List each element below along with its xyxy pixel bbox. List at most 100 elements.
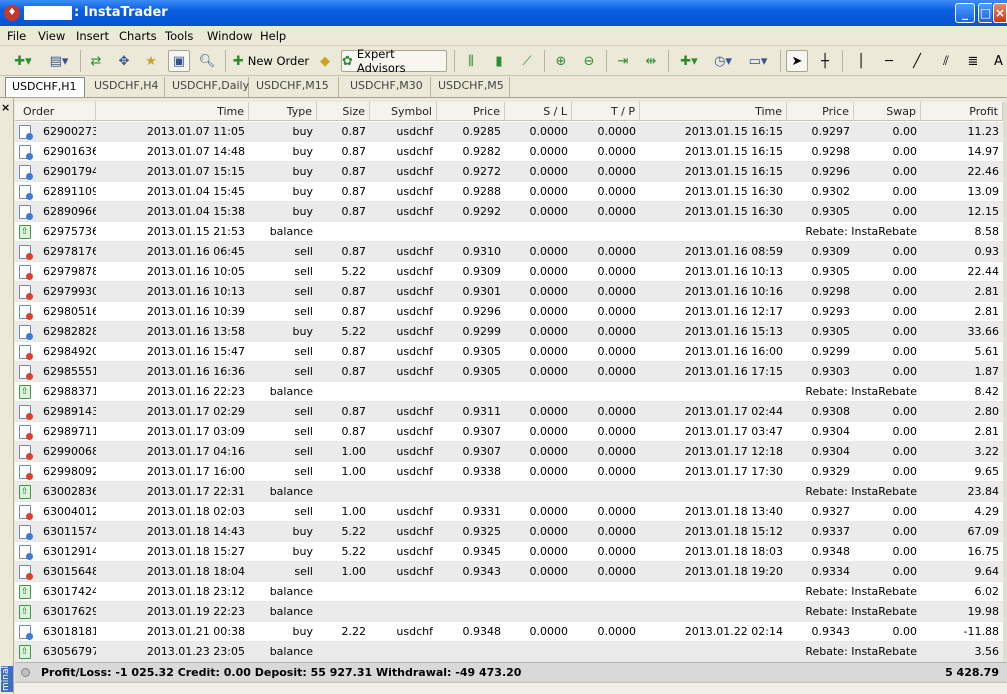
vertical-scrollbar[interactable] (1003, 102, 1007, 662)
cell-swap: 0.00 (892, 325, 918, 338)
tab-usdchf-h4[interactable]: USDCHF,H4 (88, 77, 165, 97)
menu-file[interactable]: File (7, 29, 26, 43)
cell-price: 0.9345 (462, 545, 502, 558)
data-window-icon[interactable]: ✥ (114, 50, 134, 72)
header-col-close-time[interactable]: Time (640, 102, 787, 121)
fibonacci-icon[interactable]: ≣ (962, 50, 984, 72)
table-row[interactable]: 629828289 2013.01.16 13:58 buy 5.22 usdchf 0.… (15, 322, 1007, 342)
profiles-icon[interactable]: ▤▾ (44, 50, 74, 72)
table-row[interactable]: 628909668 2013.01.04 15:38 buy 0.87 usdchf 0.… (15, 202, 1007, 222)
close-button[interactable]: × (993, 3, 1007, 23)
table-row[interactable]: ⇧ 630567970 2013.01.23 23:05 balance 3.56 Reb… (15, 642, 1007, 662)
chart-shift-icon[interactable]: ⇹ (640, 50, 662, 72)
cell-type: sell (294, 465, 313, 478)
table-row[interactable]: 629017941 2013.01.07 15:15 buy 0.87 usdchf 0.… (15, 162, 1007, 182)
equidistant-channel-icon[interactable]: ⫽ (934, 50, 958, 72)
table-row[interactable]: 628911092 2013.01.04 15:45 buy 0.87 usdchf 0.… (15, 182, 1007, 202)
table-row[interactable]: 629849200 2013.01.16 15:47 sell 0.87 usdchf 0… (15, 342, 1007, 362)
tab-usdchf-m15[interactable]: USDCHF,M15 (250, 77, 339, 97)
strategy-tester-icon[interactable]: 🔍︎ (196, 50, 218, 72)
table-row[interactable]: ⇧ 629757364 2013.01.15 21:53 balance 8.58 Reb… (15, 222, 1007, 242)
vertical-line-icon[interactable]: │ (850, 50, 872, 72)
cell-tp: 0.0000 (597, 465, 637, 478)
templates-icon[interactable]: ▭▾ (742, 50, 774, 72)
table-row[interactable]: ⇧ 630176299 2013.01.19 22:23 balance 19.98 Re… (15, 602, 1007, 622)
table-row[interactable]: 630115749 2013.01.18 14:43 buy 5.22 usdchf 0.… (15, 522, 1007, 542)
minimize-button[interactable]: _ (955, 3, 975, 23)
terminal-icon[interactable]: ▣ (168, 50, 190, 72)
table-row[interactable]: ⇧ 629883713 2013.01.16 22:23 balance 8.42 Reb… (15, 382, 1007, 402)
menu-help[interactable]: Help (260, 29, 286, 43)
new-order-label: New Order (247, 54, 310, 68)
header-col-sl[interactable]: S / L (505, 102, 572, 121)
metaeditor-icon[interactable]: ◆ (315, 50, 335, 72)
periods-icon[interactable]: ◷▾ (708, 50, 738, 72)
expert-advisors-button[interactable]: ✿ Expert Advisors (341, 47, 447, 75)
maximize-button[interactable]: □ (978, 3, 992, 23)
cell-close-price: 0.9296 (811, 165, 851, 178)
menu-charts[interactable]: Charts (119, 29, 157, 43)
cell-size: 0.87 (341, 285, 367, 298)
new-order-button[interactable]: ✚ New Order (231, 50, 311, 72)
horizontal-line-icon[interactable]: ─ (878, 50, 900, 72)
table-row[interactable]: 629900681 2013.01.17 04:16 sell 1.00 usdchf 0… (15, 442, 1007, 462)
table-row[interactable]: 629805169 2013.01.16 10:39 sell 0.87 usdchf 0… (15, 302, 1007, 322)
cell-sl: 0.0000 (529, 145, 569, 158)
indicators-icon[interactable]: ✚▾ (674, 50, 704, 72)
table-row[interactable]: ⇧ 630174245 2013.01.18 23:12 balance 6.02 Reb… (15, 582, 1007, 602)
bar-chart-icon[interactable]: ⫼ (460, 50, 482, 72)
table-row[interactable]: 629798785 2013.01.16 10:05 sell 5.22 usdchf 0… (15, 262, 1007, 282)
menu-view[interactable]: View (38, 29, 65, 43)
line-chart-icon[interactable]: ⟋ (516, 50, 538, 72)
tab-usdchf-daily[interactable]: USDCHF,Daily (166, 77, 249, 97)
cell-type: balance (269, 485, 313, 498)
header-col-size[interactable]: Size (317, 102, 370, 121)
zoom-in-icon[interactable]: ⊕ (550, 50, 572, 72)
header-col-order[interactable]: Order (15, 102, 96, 121)
table-row[interactable]: 629799307 2013.01.16 10:13 sell 0.87 usdchf 0… (15, 282, 1007, 302)
table-row[interactable]: 630040129 2013.01.18 02:03 sell 1.00 usdchf 0… (15, 502, 1007, 522)
header-col-time[interactable]: Time (96, 102, 249, 121)
text-label-icon[interactable]: A (990, 50, 1007, 72)
table-row[interactable]: 629897115 2013.01.17 03:09 sell 0.87 usdchf 0… (15, 422, 1007, 442)
candlestick-icon[interactable]: ▮ (488, 50, 510, 72)
table-row[interactable]: 629016369 2013.01.07 14:48 buy 0.87 usdchf 0.… (15, 142, 1007, 162)
header-col-symbol[interactable]: Symbol (370, 102, 437, 121)
zoom-out-icon[interactable]: ⊖ (578, 50, 600, 72)
header-col-tp[interactable]: T / P (572, 102, 640, 121)
table-row[interactable]: 629891430 2013.01.17 02:29 sell 0.87 usdchf 0… (15, 402, 1007, 422)
navigator-icon[interactable]: ★ (140, 50, 162, 72)
market-watch-icon[interactable]: ⇄ (86, 50, 106, 72)
header-col-profit[interactable]: Profit (921, 102, 1003, 121)
cell-profit: -11.88 (963, 625, 999, 638)
table-row[interactable]: 629781760 2013.01.16 06:45 sell 0.87 usdchf 0… (15, 242, 1007, 262)
close-icon[interactable]: × (1, 101, 10, 114)
header-col-price[interactable]: Price (437, 102, 505, 121)
table-row[interactable]: ⇧ 630028360 2013.01.17 22:31 balance 23.84 Re… (15, 482, 1007, 502)
tab-usdchf-m30[interactable]: USDCHF,M30 (344, 77, 431, 97)
crosshair-icon[interactable]: ┼ (814, 50, 836, 72)
table-row[interactable]: 630129146 2013.01.18 15:27 buy 5.22 usdchf 0.… (15, 542, 1007, 562)
horizontal-scrollbar[interactable] (15, 682, 1007, 694)
tab-usdchf-h1[interactable]: USDCHF,H1 (5, 77, 85, 97)
cell-tp: 0.0000 (597, 425, 637, 438)
new-chart-icon[interactable]: ✚▾ (6, 50, 40, 72)
header-col-swap[interactable]: Swap (854, 102, 921, 121)
cell-tp: 0.0000 (597, 625, 637, 638)
menu-insert[interactable]: Insert (76, 29, 109, 43)
table-row[interactable]: 630181810 2013.01.21 00:38 buy 2.22 usdchf 0.… (15, 622, 1007, 642)
table-row[interactable]: 629002731 2013.01.07 11:05 buy 0.87 usdchf 0.… (15, 122, 1007, 142)
table-row[interactable]: 629855516 2013.01.16 16:36 sell 0.87 usdchf 0… (15, 362, 1007, 382)
cursor-icon[interactable]: ➤ (786, 50, 808, 72)
trendline-icon[interactable]: ╱ (906, 50, 928, 72)
header-col-type[interactable]: Type (249, 102, 317, 121)
header-col-close-price[interactable]: Price (787, 102, 854, 121)
cell-price: 0.9305 (462, 345, 502, 358)
table-row[interactable]: 629980921 2013.01.17 16:00 sell 1.00 usdchf 0… (15, 462, 1007, 482)
table-row[interactable]: 630156488 2013.01.18 18:04 sell 1.00 usdchf 0… (15, 562, 1007, 582)
autoscroll-icon[interactable]: ⇥ (612, 50, 634, 72)
tab-usdchf-m5[interactable]: USDCHF,M5 (432, 77, 510, 97)
menu-tools[interactable]: Tools (165, 29, 193, 43)
cell-time: 2013.01.18 23:12 (146, 585, 245, 598)
menu-window[interactable]: Window (207, 29, 252, 43)
